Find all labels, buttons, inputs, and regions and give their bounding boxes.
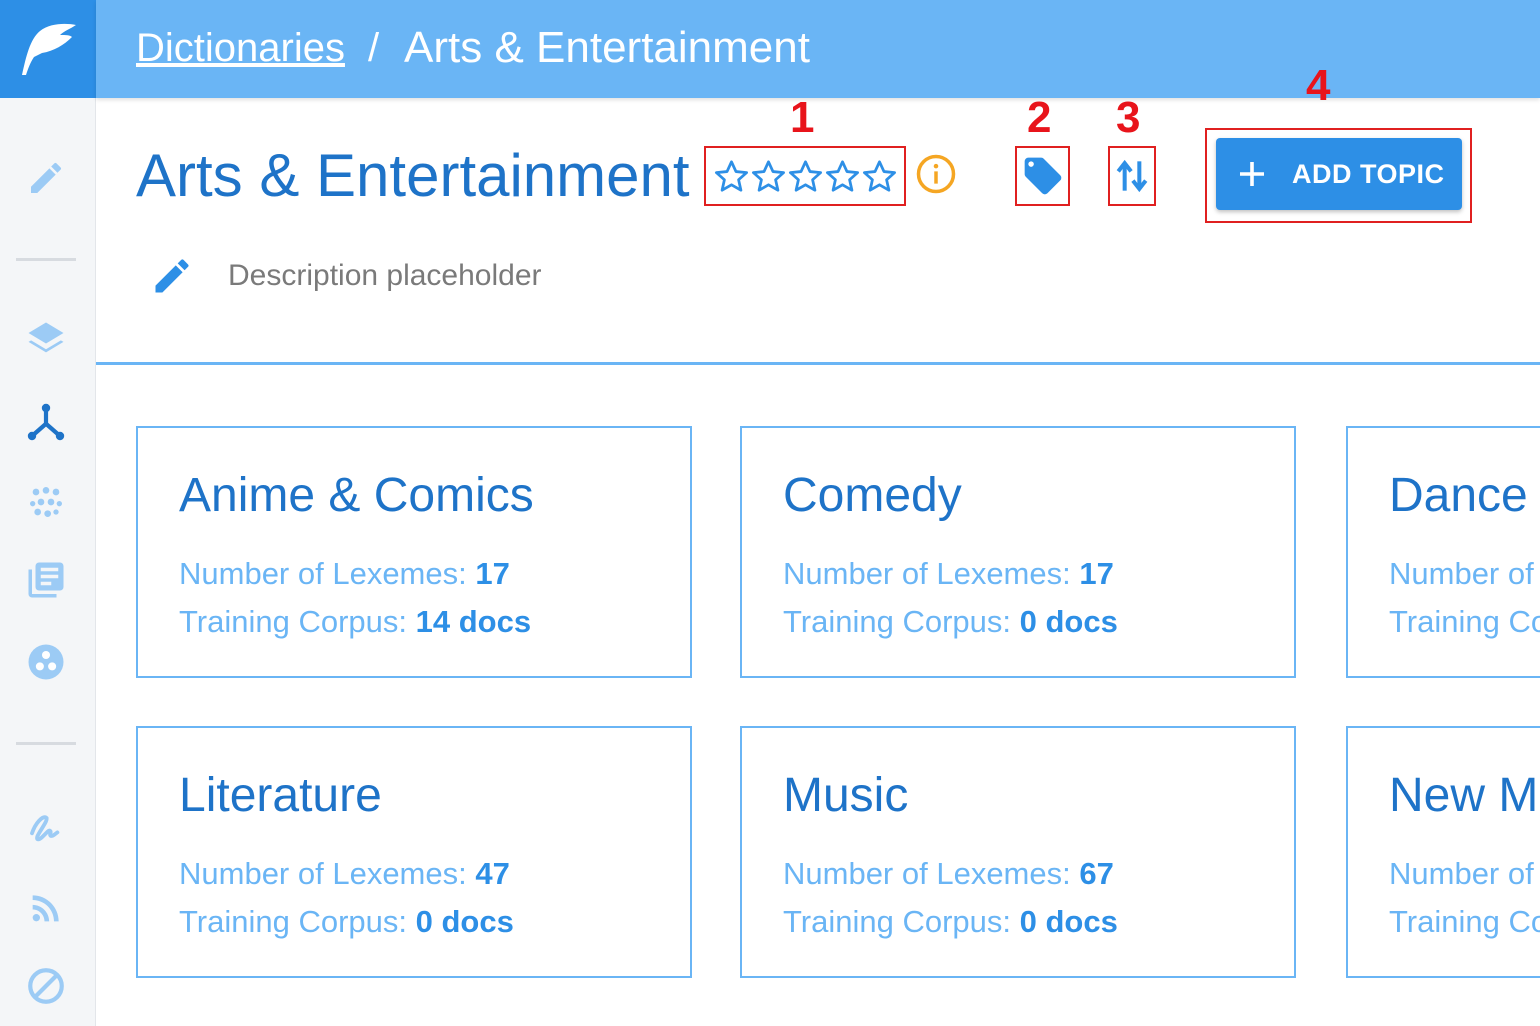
- lexeme-count-row: Number of Lexemes: 67: [783, 856, 1114, 891]
- layers-icon[interactable]: [24, 318, 68, 362]
- sort-button[interactable]: [1108, 146, 1156, 206]
- training-corpus-row: Training Corpus: 14 docs: [179, 604, 532, 639]
- tags-button[interactable]: [1015, 146, 1070, 206]
- sidebar-divider: [16, 258, 76, 261]
- topic-title: Literature: [179, 769, 382, 822]
- blocked-icon[interactable]: [24, 964, 68, 1008]
- hierarchy-icon[interactable]: [24, 400, 68, 444]
- tag-icon: [1024, 157, 1061, 195]
- topic-card[interactable]: Dance Number of Lexemes: Training Corpus…: [1346, 426, 1540, 678]
- rating-stars[interactable]: [704, 146, 906, 206]
- app-logo[interactable]: [0, 0, 96, 98]
- training-corpus-row: Training Corpus: 0 docs: [783, 604, 1118, 639]
- cluster-icon[interactable]: [24, 480, 68, 524]
- callout-2: 2: [1027, 93, 1052, 142]
- topic-title: Dance: [1389, 469, 1528, 522]
- topic-card[interactable]: Music Number of Lexemes: 67 Training Cor…: [740, 726, 1296, 978]
- star-icon[interactable]: [713, 158, 750, 195]
- add-topic-button[interactable]: ADD TOPIC: [1216, 138, 1462, 210]
- topic-title: Comedy: [783, 469, 962, 522]
- info-icon[interactable]: [915, 153, 957, 195]
- topic-card[interactable]: New Media Number of Lexemes: Training Co…: [1346, 726, 1540, 978]
- breadcrumb-separator: /: [368, 26, 380, 70]
- star-icon[interactable]: [824, 158, 861, 195]
- star-icon[interactable]: [787, 158, 824, 195]
- sidebar: [0, 0, 96, 1026]
- feather-logo-icon: [22, 23, 76, 75]
- description-edit-icon[interactable]: [150, 254, 194, 298]
- edit-icon[interactable]: [24, 156, 68, 200]
- topic-card[interactable]: Literature Number of Lexemes: 47 Trainin…: [136, 726, 692, 978]
- star-icon[interactable]: [861, 158, 898, 195]
- callout-4: 4: [1306, 61, 1331, 110]
- lexeme-count-row: Number of Lexemes:: [1389, 856, 1540, 891]
- star-icon[interactable]: [750, 158, 787, 195]
- page-title: Arts & Entertainment: [136, 142, 690, 209]
- topic-card[interactable]: Anime & Comics Number of Lexemes: 17 Tra…: [136, 426, 692, 678]
- lexeme-count-row: Number of Lexemes: 47: [179, 856, 510, 891]
- section-divider: [96, 362, 1540, 365]
- breadcrumb-dictionaries-link[interactable]: Dictionaries: [136, 22, 345, 74]
- documents-icon[interactable]: [24, 558, 68, 602]
- sidebar-divider: [16, 742, 76, 745]
- topic-card[interactable]: Comedy Number of Lexemes: 17 Training Co…: [740, 426, 1296, 678]
- signature-icon[interactable]: [24, 806, 68, 850]
- breadcrumb-current: Arts & Entertainment: [404, 23, 810, 72]
- training-corpus-row: Training Corpus:: [1389, 604, 1540, 639]
- sort-arrows-icon: [1116, 159, 1148, 193]
- rss-icon[interactable]: [24, 886, 68, 930]
- group-icon[interactable]: [24, 640, 68, 684]
- callout-1: 1: [790, 93, 815, 142]
- topic-title: New Media: [1389, 769, 1540, 822]
- training-corpus-row: Training Corpus:: [1389, 904, 1540, 939]
- topic-title: Anime & Comics: [179, 469, 534, 522]
- training-corpus-row: Training Corpus: 0 docs: [783, 904, 1118, 939]
- lexeme-count-row: Number of Lexemes:: [1389, 556, 1540, 591]
- plus-icon: [1240, 162, 1264, 186]
- description-placeholder[interactable]: Description placeholder: [228, 256, 542, 296]
- callout-3: 3: [1116, 93, 1141, 142]
- add-topic-label: ADD TOPIC: [1292, 158, 1445, 189]
- training-corpus-row: Training Corpus: 0 docs: [179, 904, 514, 939]
- lexeme-count-row: Number of Lexemes: 17: [179, 556, 510, 591]
- topic-title: Music: [783, 769, 909, 822]
- lexeme-count-row: Number of Lexemes: 17: [783, 556, 1114, 591]
